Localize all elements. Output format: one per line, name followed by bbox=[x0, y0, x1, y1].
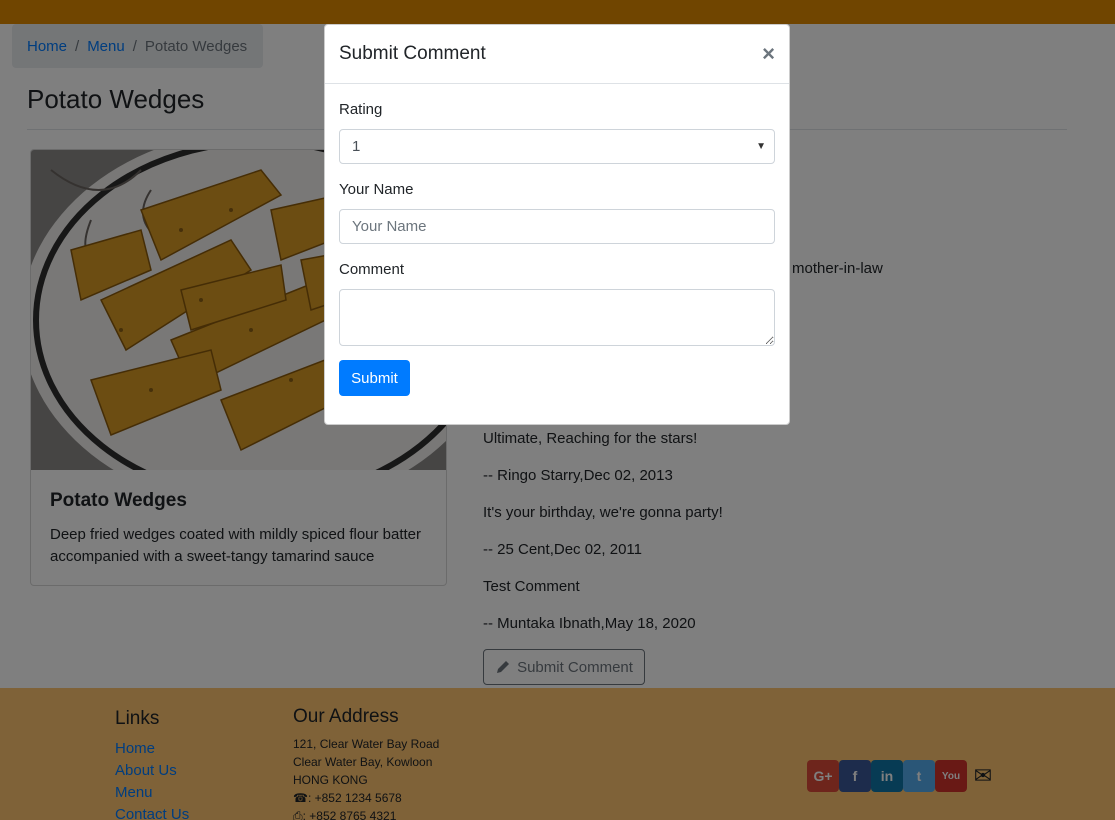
modal-header: Submit Comment × bbox=[325, 25, 789, 84]
close-button[interactable]: × bbox=[762, 43, 775, 65]
name-label: Your Name bbox=[339, 181, 414, 198]
rating-select[interactable]: 1 ▼ bbox=[339, 129, 775, 164]
name-input[interactable] bbox=[339, 209, 775, 244]
modal-title: Submit Comment bbox=[339, 43, 486, 64]
submit-comment-modal: Submit Comment × Rating 1 ▼ Your Name Co… bbox=[324, 24, 790, 425]
rating-label: Rating bbox=[339, 101, 383, 118]
chevron-down-icon: ▼ bbox=[756, 141, 766, 152]
submit-button[interactable]: Submit bbox=[339, 360, 410, 396]
comment-textarea[interactable] bbox=[339, 289, 775, 346]
rating-value: 1 bbox=[352, 138, 361, 155]
comment-label: Comment bbox=[339, 261, 405, 278]
